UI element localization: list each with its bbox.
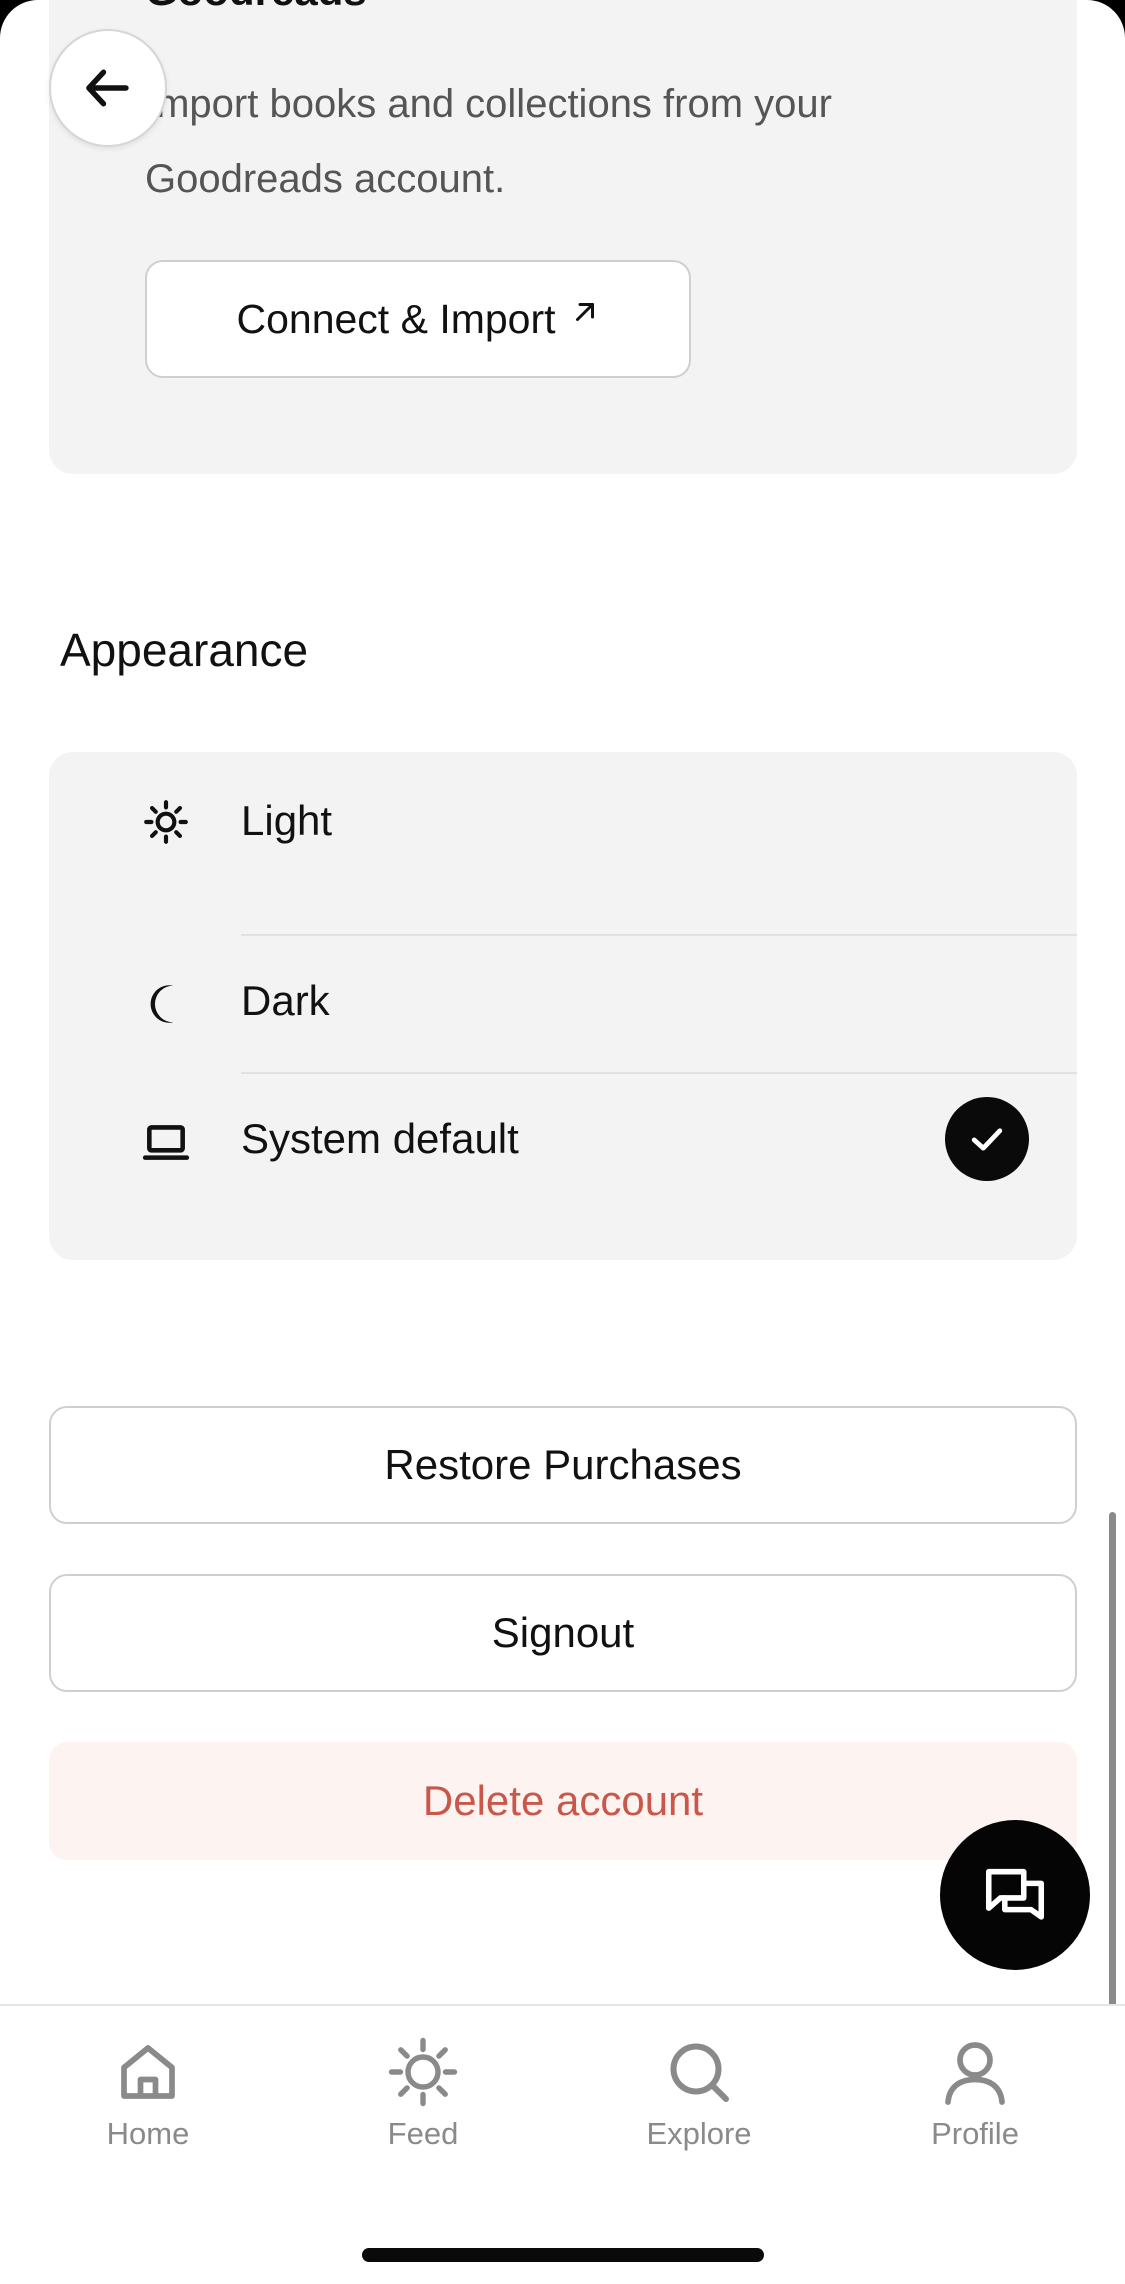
appearance-option-label: System default <box>241 1115 519 1162</box>
arrow-left-icon <box>86 69 129 107</box>
tab-label: Explore <box>646 2116 752 2151</box>
sun-icon <box>388 2037 458 2107</box>
back-button[interactable] <box>49 29 167 147</box>
person-icon <box>945 2042 1005 2105</box>
tab-home[interactable]: Home <box>48 2036 248 2166</box>
connect-import-label: Connect & Import <box>236 295 556 342</box>
appearance-option-dark[interactable]: Dark <box>49 936 1077 1074</box>
search-icon <box>670 2043 729 2102</box>
chat-bubbles-icon <box>985 1868 1045 1920</box>
appearance-card: Light Dark System default <box>49 752 1077 1260</box>
settings-screen: Goodreads Import books and collections f… <box>0 0 1125 2284</box>
tab-explore[interactable]: Explore <box>599 2036 799 2166</box>
connect-import-button[interactable]: Connect & Import <box>145 260 691 378</box>
tab-feed[interactable]: Feed <box>323 2036 523 2166</box>
selected-check-icon <box>945 1097 1029 1181</box>
moon-icon <box>141 979 191 1029</box>
goodreads-description: Import books and collections from your G… <box>145 82 832 201</box>
goodreads-title: Goodreads <box>145 0 367 12</box>
home-indicator <box>362 2248 764 2262</box>
tab-label: Profile <box>931 2116 1019 2151</box>
tab-profile[interactable]: Profile <box>875 2036 1075 2166</box>
sun-icon <box>141 797 191 847</box>
restore-purchases-button[interactable]: Restore Purchases <box>49 1406 1077 1524</box>
appearance-option-label: Light <box>241 797 333 844</box>
appearance-option-label: Dark <box>241 977 330 1024</box>
delete-account-button[interactable]: Delete account <box>49 1742 1077 1860</box>
laptop-icon <box>141 1117 191 1167</box>
appearance-option-light[interactable]: Light <box>49 752 1077 890</box>
tab-bar: Home Feed Explore Profile <box>0 2004 1125 2284</box>
tab-label: Feed <box>387 2116 459 2151</box>
home-icon <box>121 2045 175 2099</box>
appearance-heading: Appearance <box>60 624 309 676</box>
tab-label: Home <box>106 2116 190 2151</box>
appearance-option-system-default[interactable]: System default <box>49 1074 1077 1212</box>
external-arrow-icon <box>570 303 600 327</box>
chat-button[interactable] <box>940 1820 1090 1970</box>
signout-button[interactable]: Signout <box>49 1574 1077 1692</box>
